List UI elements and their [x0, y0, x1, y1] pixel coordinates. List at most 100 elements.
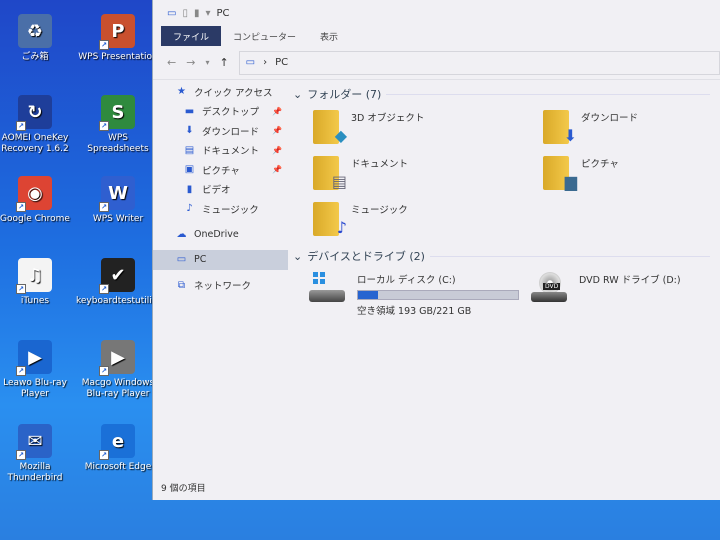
music-icon: ♪	[186, 203, 193, 215]
drive-d-label: DVD RW ドライブ (D:)	[579, 275, 681, 286]
navigation-pane: ★ クイック アクセス ▬ デスクトップ 📌 ⬇ ダウンロード 📌 ▤ ドキュメント 📌 ▣ ピクチャ 📌…	[153, 82, 288, 500]
nav-item-label: ミュージック	[202, 204, 259, 216]
status-bar-item-count: 9 個の項目	[161, 484, 206, 494]
title-bar: ▭ ▯ ▮ ▾ PC	[153, 0, 720, 26]
desktop-icon-label: Macgo Windows Blu-ray Player	[81, 378, 155, 399]
nav-item[interactable]: ☁ OneDrive	[153, 225, 288, 245]
folder-item[interactable]: ♪ ミュージック	[313, 202, 543, 238]
nav-item-label: OneDrive	[194, 228, 239, 240]
nav-item-label: ドキュメント	[202, 146, 260, 158]
folder-item[interactable]: ⬇ ダウンロード	[543, 110, 720, 146]
desktop-icon[interactable]: e ↗ Microsoft Edge	[76, 424, 160, 473]
nav-item-label: ダウンロード	[202, 126, 260, 138]
window-title: PC	[216, 7, 230, 19]
nav-item[interactable]: ⧉ ネットワーク	[153, 276, 288, 296]
desktop-icon[interactable]: ◉ ↗ Google Chrome	[0, 176, 77, 225]
file-explorer-window: ▭ ▯ ▮ ▾ PC ファイル コンピューター 表示 ← → ▾ ↑ ▭ › P…	[152, 0, 720, 500]
desktop-icon[interactable]: ▶ ↗ Macgo Windows Blu-ray Player	[76, 340, 160, 400]
app-icon: ♻	[18, 14, 52, 48]
dvd-badge: DVD	[543, 283, 561, 290]
desktop-icon-label: iTunes	[20, 296, 50, 306]
desktop-icon[interactable]: ♫ ↗ iTunes	[0, 258, 77, 307]
app-icon: P ↗	[99, 14, 135, 50]
address-pc[interactable]: PC	[275, 57, 288, 68]
qat-dropdown-icon[interactable]: ▾	[205, 8, 210, 19]
folder-icon[interactable]: ▮	[194, 8, 200, 19]
desktop-icon-label: keyboardtestutility	[76, 296, 161, 306]
nav-item[interactable]: ▭ PC	[153, 250, 288, 270]
forward-icon[interactable]: →	[186, 56, 195, 69]
ribbon-tabs: ファイル コンピューター 表示	[153, 26, 720, 46]
nav-item[interactable]: ⬇ ダウンロード 📌	[153, 121, 288, 141]
tab-computer[interactable]: コンピューター	[221, 26, 308, 46]
shortcut-arrow-icon: ↗	[16, 366, 26, 376]
drive-c[interactable]: ローカル ディスク (C:) 空き領域 193 GB/221 GB	[309, 272, 519, 317]
nav-item-label: ピクチャ	[202, 165, 240, 177]
pin-icon[interactable]: 📌	[272, 126, 282, 135]
folder-label: ダウンロード	[581, 113, 639, 124]
star-icon: ★	[177, 86, 186, 98]
nav-item[interactable]: ▮ ビデオ	[153, 180, 288, 200]
pin-icon[interactable]: 📌	[272, 165, 282, 174]
desktop-icon[interactable]: P ↗ WPS Presentation	[76, 14, 160, 63]
nav-item[interactable]: ▬ デスクトップ 📌	[153, 102, 288, 122]
app-icon: ◉ ↗	[16, 176, 52, 212]
desktop-icon[interactable]: ♻ ごみ箱	[0, 14, 77, 63]
folder-label: ミュージック	[351, 205, 408, 216]
back-icon[interactable]: ←	[167, 56, 176, 69]
nav-item-label: デスクトップ	[202, 107, 260, 119]
pc-icon: ▭	[176, 254, 187, 266]
desktop-icon[interactable]: ▶ ↗ Leawo Blu-ray Player	[0, 340, 77, 400]
navigation-bar: ← → ▾ ↑ ▭ › PC	[153, 46, 720, 80]
shortcut-arrow-icon: ↗	[99, 366, 109, 376]
nav-item[interactable]: ★ クイック アクセス	[153, 82, 288, 102]
desktop-icon-label: AOMEI OneKey Recovery 1.6.2	[1, 133, 69, 154]
drives-section-header[interactable]: ⌄ デバイスとドライブ (2)	[293, 244, 720, 268]
app-icon: ↻ ↗	[16, 95, 52, 131]
app-icon: S ↗	[99, 95, 135, 131]
dvd-drive-icon: DVD	[531, 272, 569, 302]
nav-item-label: クイック アクセス	[194, 87, 273, 99]
app-icon: e ↗	[99, 424, 135, 460]
address-bar[interactable]: ▭ › PC	[238, 50, 720, 75]
desktop-icon[interactable]: ✔ ↗ keyboardtestutility	[76, 258, 161, 307]
desktop-icon-label: Leawo Blu-ray Player	[3, 378, 67, 399]
folder-item[interactable]: ▤ ドキュメント	[313, 156, 543, 192]
drive-c-free-space: 空き領域 193 GB/221 GB	[357, 306, 472, 317]
folder-icon: ▤	[313, 156, 347, 190]
up-icon[interactable]: ↑	[219, 56, 228, 69]
folder-icon: ◆	[313, 110, 347, 144]
folder-item[interactable]: ▆ ピクチャ	[543, 156, 720, 192]
shortcut-arrow-icon: ↗	[16, 202, 26, 212]
drives-header: デバイスとドライブ (2)	[307, 250, 425, 263]
desktop-icon-label: Microsoft Edge	[84, 462, 152, 472]
shortcut-arrow-icon: ↗	[99, 202, 109, 212]
desktop-icon-label: Google Chrome	[0, 214, 70, 224]
shortcut-arrow-icon: ↗	[99, 40, 109, 50]
tab-view[interactable]: 表示	[308, 26, 350, 46]
pin-icon[interactable]: 📌	[272, 107, 282, 116]
desktop-icon[interactable]: ↻ ↗ AOMEI OneKey Recovery 1.6.2	[0, 95, 77, 155]
desktop-icon: ▬	[184, 105, 195, 117]
nav-item[interactable]: ♪ ミュージック	[153, 199, 288, 219]
folder-icon: ♪	[313, 202, 347, 236]
network-icon: ⧉	[177, 279, 186, 291]
nav-item[interactable]: ▤ ドキュメント 📌	[153, 141, 288, 161]
recent-dropdown-icon[interactable]: ▾	[205, 58, 209, 67]
folder-label: 3D オブジェクト	[351, 113, 425, 124]
nav-item-label: ビデオ	[202, 185, 231, 197]
pin-icon[interactable]: 📌	[272, 146, 282, 155]
desktop-icon[interactable]: ✉ ↗ Mozilla Thunderbird	[0, 424, 77, 484]
desktop-icon-label: WPS Presentation	[78, 52, 158, 62]
drive-d[interactable]: DVD DVD RW ドライブ (D:)	[531, 272, 720, 317]
folder-icon: ▆	[543, 156, 577, 190]
desktop-icon[interactable]: S ↗ WPS Spreadsheets	[76, 95, 160, 155]
pc-icon: ▭	[167, 7, 177, 19]
nav-item[interactable]: ▣ ピクチャ 📌	[153, 160, 288, 180]
folder-item[interactable]: ◆ 3D オブジェクト	[313, 110, 543, 146]
chevron-right-icon[interactable]: ›	[263, 57, 267, 68]
properties-icon[interactable]: ▯	[182, 8, 188, 19]
desktop-icon[interactable]: W ↗ WPS Writer	[76, 176, 160, 225]
folders-section-header[interactable]: ⌄ フォルダー (7)	[293, 82, 720, 106]
tab-file[interactable]: ファイル	[161, 26, 222, 46]
